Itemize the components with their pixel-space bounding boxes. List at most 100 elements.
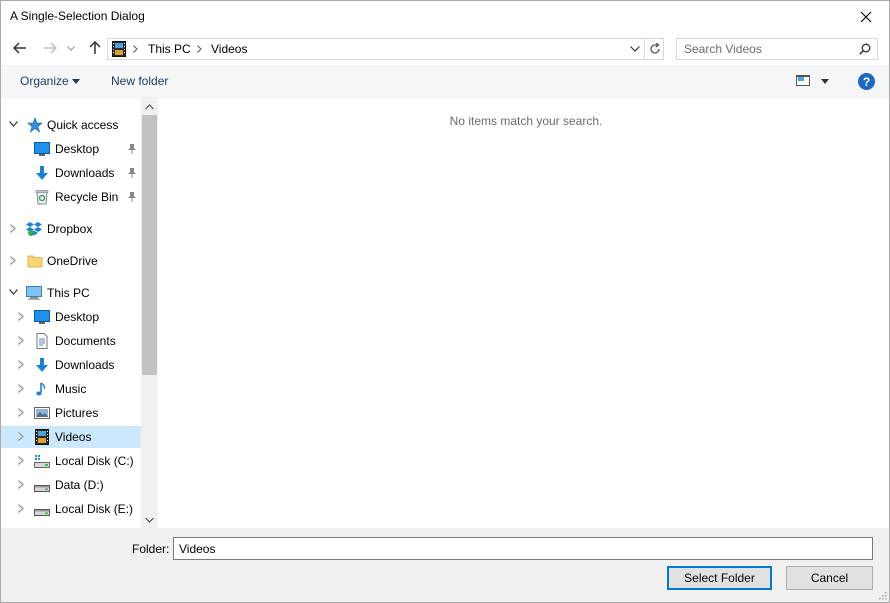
sidebar-item-downloads[interactable]: Downloads — [1, 354, 141, 376]
sidebar-item-label: Recycle Bin — [55, 190, 119, 204]
organize-label: Organize — [20, 74, 69, 88]
computer-icon — [26, 286, 42, 300]
desktop-icon — [34, 310, 50, 324]
arrow-right-icon — [44, 42, 57, 54]
sidebar-item-label: Desktop — [55, 142, 100, 156]
search-icon[interactable] — [859, 43, 871, 55]
chevron-right-icon — [133, 45, 138, 53]
navigation-pane-scrollbar[interactable] — [141, 98, 158, 528]
change-view-button[interactable] — [796, 74, 832, 90]
sidebar-item-label: Local Disk (E:) — [55, 502, 134, 516]
new-folder-button[interactable]: New folder — [111, 74, 168, 88]
system-drive-icon — [34, 455, 50, 468]
pin-icon — [128, 168, 136, 178]
resize-grip-icon[interactable] — [877, 590, 887, 600]
chevron-down-icon — [9, 121, 18, 127]
arrow-up-icon — [89, 41, 101, 54]
breadcrumb-videos[interactable]: Videos — [211, 42, 247, 56]
sidebar-item-label: Videos — [55, 430, 92, 444]
organize-button[interactable]: Organize — [20, 74, 69, 88]
sidebar-item-music[interactable]: Music — [1, 378, 141, 400]
download-icon — [36, 166, 48, 180]
chevron-down-icon — [9, 289, 18, 295]
sidebar-item-desktop-quick[interactable]: Desktop — [1, 138, 141, 160]
up-button[interactable] — [84, 38, 106, 58]
help-button[interactable]: ? — [858, 73, 875, 90]
address-dropdown-button[interactable] — [626, 39, 644, 59]
sidebar-item-local-disk-e[interactable]: Local Disk (E:) — [1, 498, 141, 520]
chevron-down-icon — [67, 45, 75, 51]
music-icon — [36, 382, 46, 396]
sidebar-item-dropbox[interactable]: Dropbox — [1, 218, 141, 240]
pin-icon — [128, 192, 136, 202]
sidebar-item-label: Dropbox — [47, 222, 93, 236]
chevron-right-icon — [18, 504, 24, 513]
sidebar-item-local-disk-c[interactable]: Local Disk (C:) — [1, 450, 141, 472]
download-icon — [36, 358, 48, 372]
chevron-right-icon — [18, 312, 24, 321]
sidebar-item-label: Pictures — [55, 406, 99, 420]
folder-label: Folder: — [132, 542, 170, 556]
caret-down-icon — [821, 79, 829, 84]
sidebar-item-label: Local Disk (C:) — [55, 454, 134, 468]
sidebar-item-this-pc[interactable]: This PC — [1, 282, 141, 304]
sidebar-item-downloads-quick[interactable]: Downloads — [1, 162, 141, 184]
close-button[interactable] — [843, 1, 889, 32]
sidebar-item-pictures[interactable]: Pictures — [1, 402, 141, 424]
sidebar-item-videos[interactable]: Videos — [1, 426, 141, 448]
scroll-down-button[interactable] — [141, 511, 158, 528]
dialog-footer: Folder: Select Folder Cancel — [1, 528, 889, 602]
sidebar-item-onedrive[interactable]: OneDrive — [1, 250, 141, 272]
chevron-right-icon — [18, 408, 24, 417]
sidebar-item-label: OneDrive — [47, 254, 98, 268]
chevron-right-icon — [18, 456, 24, 465]
back-button[interactable] — [9, 38, 31, 58]
chevron-right-icon — [10, 256, 16, 265]
sidebar-item-label: Documents — [55, 334, 116, 348]
documents-icon — [36, 333, 48, 349]
refresh-button[interactable] — [644, 39, 664, 59]
chevron-down-icon — [630, 46, 640, 52]
star-icon — [27, 117, 43, 133]
file-list-area[interactable]: No items match your search. — [158, 98, 889, 528]
close-icon — [860, 11, 872, 22]
chevron-down-icon — [145, 517, 154, 523]
video-icon — [35, 429, 49, 445]
sidebar-item-label: Data (D:) — [55, 478, 104, 492]
sidebar-item-quick-access[interactable]: Quick access — [1, 114, 141, 136]
chevron-right-icon — [18, 336, 24, 345]
recycle-bin-icon — [35, 190, 49, 205]
sidebar-item-documents[interactable]: Documents — [1, 330, 141, 352]
scroll-up-button[interactable] — [141, 98, 158, 115]
view-icon — [796, 75, 810, 86]
folder-icon — [27, 255, 43, 268]
desktop-icon — [34, 142, 50, 156]
command-toolbar: Organize New folder ? — [1, 65, 889, 98]
refresh-icon — [649, 43, 660, 54]
cancel-button[interactable]: Cancel — [786, 566, 873, 590]
title-bar: A Single-Selection Dialog — [1, 1, 889, 32]
chevron-right-icon — [10, 224, 16, 233]
sidebar-item-label: Quick access — [47, 118, 119, 132]
navigation-pane: Quick access Desktop Downloads Recycle B… — [1, 98, 141, 528]
sidebar-item-recycle-bin[interactable]: Recycle Bin — [1, 186, 141, 208]
search-box — [676, 38, 878, 60]
address-bar[interactable]: This PC Videos — [107, 38, 664, 60]
sidebar-item-label: Downloads — [55, 166, 115, 180]
sidebar-item-data-d[interactable]: Data (D:) — [1, 474, 141, 496]
folder-input[interactable] — [173, 537, 873, 560]
chevron-right-icon — [197, 45, 202, 53]
recent-locations-button[interactable] — [64, 38, 78, 58]
chevron-up-icon — [145, 103, 154, 109]
chevron-right-icon — [18, 480, 24, 489]
drive-icon — [34, 509, 50, 516]
search-input[interactable] — [677, 39, 855, 59]
select-folder-button[interactable]: Select Folder — [667, 566, 772, 590]
navigation-bar: This PC Videos — [1, 32, 889, 65]
breadcrumb-this-pc[interactable]: This PC — [148, 42, 191, 56]
chevron-right-icon — [18, 384, 24, 393]
scroll-thumb[interactable] — [142, 115, 157, 375]
sidebar-item-desktop[interactable]: Desktop — [1, 306, 141, 328]
pin-icon — [128, 144, 136, 154]
forward-button[interactable] — [39, 38, 61, 58]
